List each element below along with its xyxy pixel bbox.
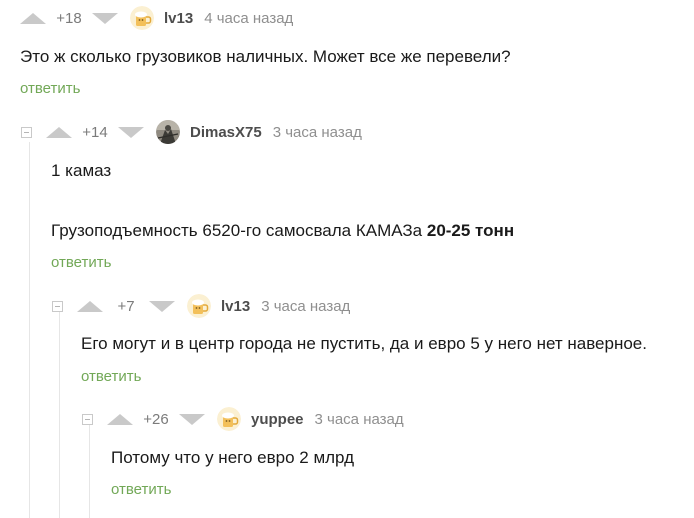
comment-header: +18 lv13 4 часа назад [20, 6, 293, 30]
reply-button[interactable]: ответить [20, 80, 80, 97]
avatar[interactable] [217, 407, 241, 431]
comment-text: Потому что у него евро 2 млрд [111, 448, 355, 467]
upvote-icon[interactable] [107, 413, 133, 425]
collapse-icon[interactable] [82, 413, 93, 425]
comment-rating: +7 [117, 297, 135, 315]
avatar[interactable] [187, 294, 211, 318]
reply-button[interactable]: ответить [111, 481, 171, 498]
thread-line-level-2[interactable] [59, 312, 60, 518]
thread-line-level-1[interactable] [29, 142, 30, 518]
comment-text: Это ж сколько грузовиков наличных. Может… [20, 47, 511, 66]
comment-text-line-1: 1 камаз [51, 161, 112, 180]
comment-time[interactable]: 3 часа назад [261, 298, 350, 315]
downvote-icon[interactable] [179, 413, 205, 425]
comment-time[interactable]: 3 часа назад [315, 411, 404, 428]
author-nick[interactable]: DimasX75 [190, 124, 262, 141]
comment-rating: +18 [56, 9, 82, 27]
downvote-icon[interactable] [118, 126, 144, 138]
comment-text-regular: Грузоподъемность 6520-го самосвала КАМАЗ… [51, 221, 427, 240]
comment-rating: +26 [143, 410, 169, 428]
reply-button[interactable]: ответить [51, 254, 111, 271]
comment-text-bold: 20-25 тонн [426, 221, 515, 240]
comment-header: +26 yuppee 3 часа назад [82, 407, 404, 431]
comment-rating: +14 [82, 123, 108, 141]
thread-line-level-3[interactable] [89, 425, 90, 518]
upvote-icon[interactable] [20, 12, 46, 24]
comment-text-line-2: Грузоподъемность 6520-го самосвала КАМАЗ… [51, 220, 514, 242]
comment-time[interactable]: 4 часа назад [204, 10, 293, 27]
collapse-icon[interactable] [52, 300, 63, 312]
upvote-icon[interactable] [77, 300, 103, 312]
upvote-icon[interactable] [46, 126, 72, 138]
author-nick[interactable]: yuppee [251, 411, 304, 428]
reply-button[interactable]: ответить [81, 368, 141, 385]
downvote-icon[interactable] [92, 12, 118, 24]
collapse-icon[interactable] [21, 126, 32, 138]
comment-header: +7 lv13 3 часа назад [52, 294, 350, 318]
comment-text: Его могут и в центр города не пустить, д… [81, 334, 647, 353]
author-nick[interactable]: lv13 [164, 10, 193, 27]
avatar[interactable] [130, 6, 154, 30]
avatar[interactable] [156, 120, 180, 144]
downvote-icon[interactable] [149, 300, 175, 312]
comment-time[interactable]: 3 часа назад [273, 124, 362, 141]
comment-header: +14 DimasX75 3 часа назад [21, 120, 362, 144]
author-nick[interactable]: lv13 [221, 298, 250, 315]
